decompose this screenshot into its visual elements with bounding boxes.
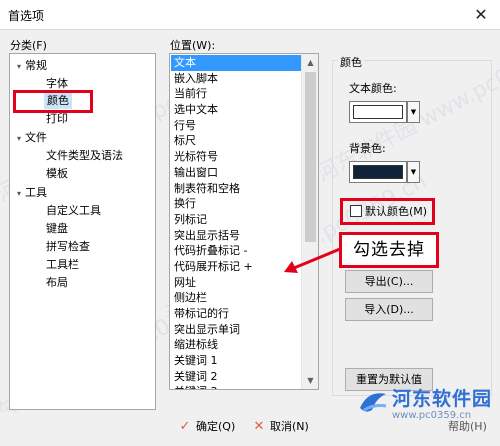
bg-color-swatch xyxy=(353,165,403,179)
chevron-down-icon[interactable]: ▼ xyxy=(407,101,420,123)
position-list[interactable]: 文本 嵌入脚本 当前行 选中文本 行号 标尺 光标符号 输出窗口 制表符和空格 换行 列标记 突出显示… xyxy=(169,53,319,390)
tree-item-layout[interactable]: 布局 xyxy=(46,274,68,291)
site-logo-icon xyxy=(360,393,387,412)
position-list-item[interactable]: 突出显示单词 xyxy=(171,322,301,338)
position-list-item[interactable]: 换行 xyxy=(171,196,301,212)
tree-item-toolbar[interactable]: 工具栏 xyxy=(46,256,79,273)
position-list-item[interactable]: 网址 xyxy=(171,275,301,291)
position-list-item[interactable]: 行号 xyxy=(171,118,301,134)
position-list-item[interactable]: 侧边栏 xyxy=(171,290,301,306)
ok-button[interactable]: ✓ 确定(Q) xyxy=(178,415,236,439)
position-list-item[interactable]: 关键词 2 xyxy=(171,369,301,385)
site-watermark-url: www.pc0359.cn xyxy=(392,410,472,421)
highlight-box-color xyxy=(13,90,93,113)
title-bar: 首选项 ✕ xyxy=(0,0,500,30)
tree-item-keyboard[interactable]: 键盘 xyxy=(46,220,68,237)
cancel-button[interactable]: ✕ 取消(N) xyxy=(252,415,309,439)
check-icon: ✓ xyxy=(179,419,191,434)
scroll-down-icon[interactable]: ▼ xyxy=(302,372,318,389)
position-list-item[interactable]: 带标记的行 xyxy=(171,306,301,322)
window-title: 首选项 xyxy=(8,9,45,23)
position-list-item[interactable]: 缩进标线 xyxy=(171,337,301,353)
tree-item-tools[interactable]: ▾ 工具 xyxy=(13,184,47,201)
position-list-item[interactable]: 选中文本 xyxy=(171,102,301,118)
collapse-icon[interactable]: ▾ xyxy=(13,130,25,147)
position-list-item[interactable]: 突出显示括号 xyxy=(171,228,301,244)
collapse-icon[interactable]: ▾ xyxy=(13,185,25,202)
position-label: 位置(W): xyxy=(170,39,216,52)
chevron-down-icon[interactable]: ▼ xyxy=(407,161,420,183)
cancel-icon: ✕ xyxy=(253,419,265,434)
tree-item-general[interactable]: ▾ 常规 xyxy=(13,57,47,74)
annotation-callout: 勾选去掉 xyxy=(339,232,439,268)
position-list-item[interactable]: 嵌入脚本 xyxy=(171,71,301,87)
position-list-item[interactable]: 输出窗口 xyxy=(171,165,301,181)
text-color-swatch xyxy=(353,105,403,119)
import-button[interactable]: 导入(D)... xyxy=(345,298,433,321)
position-list-item[interactable]: 关键词 3 xyxy=(171,384,301,389)
position-list-item[interactable]: 关键词 1 xyxy=(171,353,301,369)
arrow-icon xyxy=(284,247,341,273)
category-label: 分类(F) xyxy=(10,39,47,52)
bg-color-label: 背景色: xyxy=(349,142,386,155)
scroll-up-icon[interactable]: ▲ xyxy=(302,54,318,71)
position-list-item[interactable]: 列标记 xyxy=(171,212,301,228)
tree-item-file[interactable]: ▾ 文件 xyxy=(13,129,47,146)
list-scrollbar[interactable]: ▲ ▼ xyxy=(301,54,318,389)
highlight-box-checkbox xyxy=(340,198,435,225)
position-list-item[interactable]: 标尺 xyxy=(171,133,301,149)
position-list-items: 文本 嵌入脚本 当前行 选中文本 行号 标尺 光标符号 输出窗口 制表符和空格 换行 列标记 突出显示… xyxy=(171,55,301,389)
close-icon[interactable]: ✕ xyxy=(470,4,492,26)
position-list-item[interactable]: 光标符号 xyxy=(171,149,301,165)
tree-item-filetypes[interactable]: 文件类型及语法 xyxy=(46,147,123,164)
position-list-item[interactable]: 制表符和空格 xyxy=(171,181,301,197)
tree-item-custom-tools[interactable]: 自定义工具 xyxy=(46,202,101,219)
scroll-thumb[interactable] xyxy=(305,72,316,242)
position-list-item[interactable]: 当前行 xyxy=(171,86,301,102)
tree-item-templates[interactable]: 模板 xyxy=(46,165,68,182)
bg-color-picker[interactable] xyxy=(349,161,407,183)
site-watermark-name: 河东软件园 xyxy=(392,388,493,410)
text-color-picker[interactable] xyxy=(349,101,407,123)
position-list-item[interactable]: 文本 xyxy=(171,55,301,71)
tree-item-spellcheck[interactable]: 拼写检查 xyxy=(46,238,90,255)
text-color-label: 文本颜色: xyxy=(349,82,397,95)
export-button[interactable]: 导出(C)... xyxy=(345,270,433,293)
color-group-title: 颜色 xyxy=(338,54,364,70)
collapse-icon[interactable]: ▾ xyxy=(13,58,25,75)
